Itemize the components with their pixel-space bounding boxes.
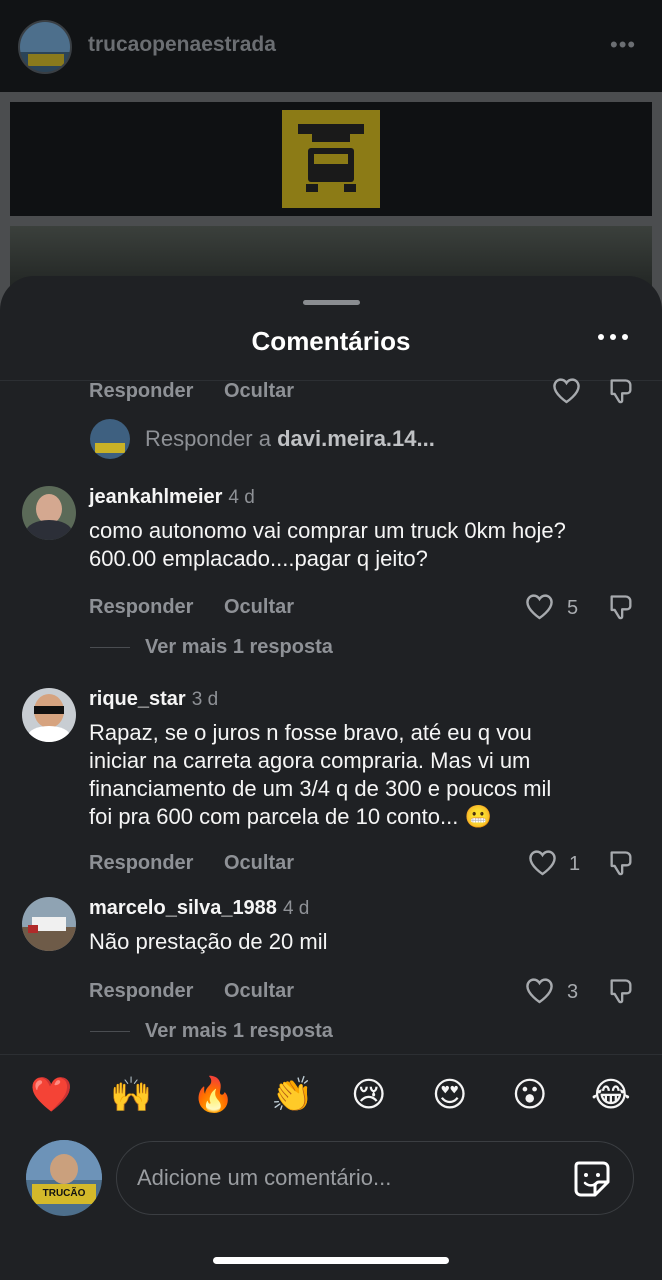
hide-button[interactable]: Ocultar <box>224 596 294 619</box>
avatar-badge-text: TRUCÃO <box>32 1184 96 1204</box>
sticker-icon[interactable] <box>571 1158 613 1200</box>
comment-username[interactable]: jeankahlmeier 4 d <box>89 486 255 509</box>
comment-username[interactable]: marcelo_silva_1988 4 d <box>89 897 309 920</box>
sheet-title: Comentários <box>251 326 411 356</box>
thread-line <box>90 1031 130 1032</box>
reply-composer-avatar <box>90 419 130 459</box>
emoji-heart[interactable]: ❤️ <box>30 1074 72 1116</box>
heart-icon[interactable] <box>525 977 554 1004</box>
like-count: 5 <box>567 597 579 619</box>
sheet-drag-handle[interactable] <box>303 300 360 305</box>
replying-to-user: davi.meira.14... <box>277 426 435 451</box>
my-avatar: TRUCÃO <box>26 1140 102 1216</box>
emoji-laughing[interactable]: 😂 <box>591 1074 631 1116</box>
dislike-icon[interactable] <box>608 977 634 1005</box>
comment-avatar[interactable] <box>22 897 76 951</box>
emoji-fire[interactable]: 🔥 <box>192 1074 234 1116</box>
post-author-avatar[interactable] <box>18 20 72 74</box>
heart-icon[interactable] <box>525 593 554 620</box>
post-more-icon[interactable]: ••• <box>610 32 636 58</box>
view-more-replies[interactable]: Ver mais 1 resposta <box>145 1020 333 1043</box>
trucao-logo <box>282 110 380 208</box>
reply-button[interactable]: Responder <box>89 380 193 403</box>
like-count: 3 <box>567 981 579 1003</box>
comment-time: 4 d <box>228 487 255 508</box>
emoji-bar-divider <box>0 1054 662 1055</box>
replying-to-label[interactable]: Responder a davi.meira.14... <box>145 426 435 452</box>
hide-button[interactable]: Ocultar <box>224 380 294 403</box>
thread-line <box>90 647 130 648</box>
home-indicator[interactable] <box>213 1257 449 1264</box>
reply-button[interactable]: Responder <box>89 596 193 619</box>
emoji-raised-hands[interactable]: 🙌 <box>110 1074 152 1116</box>
comment-input-wrapper[interactable] <box>116 1141 634 1215</box>
post-author-username[interactable]: trucaopenaestrada <box>88 33 276 57</box>
emoji-clapping[interactable]: 👏 <box>271 1074 313 1116</box>
comments-sheet: Comentários Responder Ocultar Responder … <box>0 276 662 1280</box>
heart-icon[interactable] <box>528 849 557 876</box>
dislike-icon[interactable] <box>608 593 634 621</box>
emoji-crying[interactable]: 😢 <box>351 1074 386 1116</box>
comment-text: Rapaz, se o juros n fosse bravo, até eu … <box>89 720 552 829</box>
comment-time: 4 d <box>282 898 310 919</box>
comment-username[interactable]: rique_star 3 d <box>89 688 218 711</box>
dislike-icon[interactable] <box>608 377 634 405</box>
comment-text: como autonomo vai comprar um truck 0km h… <box>89 518 566 571</box>
emoji-surprised[interactable]: 😮 <box>512 1074 547 1116</box>
view-more-replies[interactable]: Ver mais 1 resposta <box>145 636 333 659</box>
emoji-heart-eyes[interactable]: 😍 <box>432 1074 467 1116</box>
hide-button[interactable]: Ocultar <box>224 980 294 1003</box>
comment-avatar[interactable] <box>22 688 76 742</box>
sheet-more-icon[interactable] <box>598 332 628 342</box>
dislike-icon[interactable] <box>608 849 634 877</box>
like-count: 1 <box>569 853 581 875</box>
reply-button[interactable]: Responder <box>89 980 193 1003</box>
heart-icon[interactable] <box>552 377 581 404</box>
hide-button[interactable]: Ocultar <box>224 852 294 875</box>
replying-to-prefix: Responder a <box>145 426 278 451</box>
comment-input[interactable] <box>137 1160 557 1196</box>
comment-avatar[interactable] <box>22 486 76 540</box>
comment-time: 3 d <box>191 689 219 710</box>
reply-button[interactable]: Responder <box>89 852 193 875</box>
comment-text: Não prestação de 20 mil <box>89 929 328 954</box>
